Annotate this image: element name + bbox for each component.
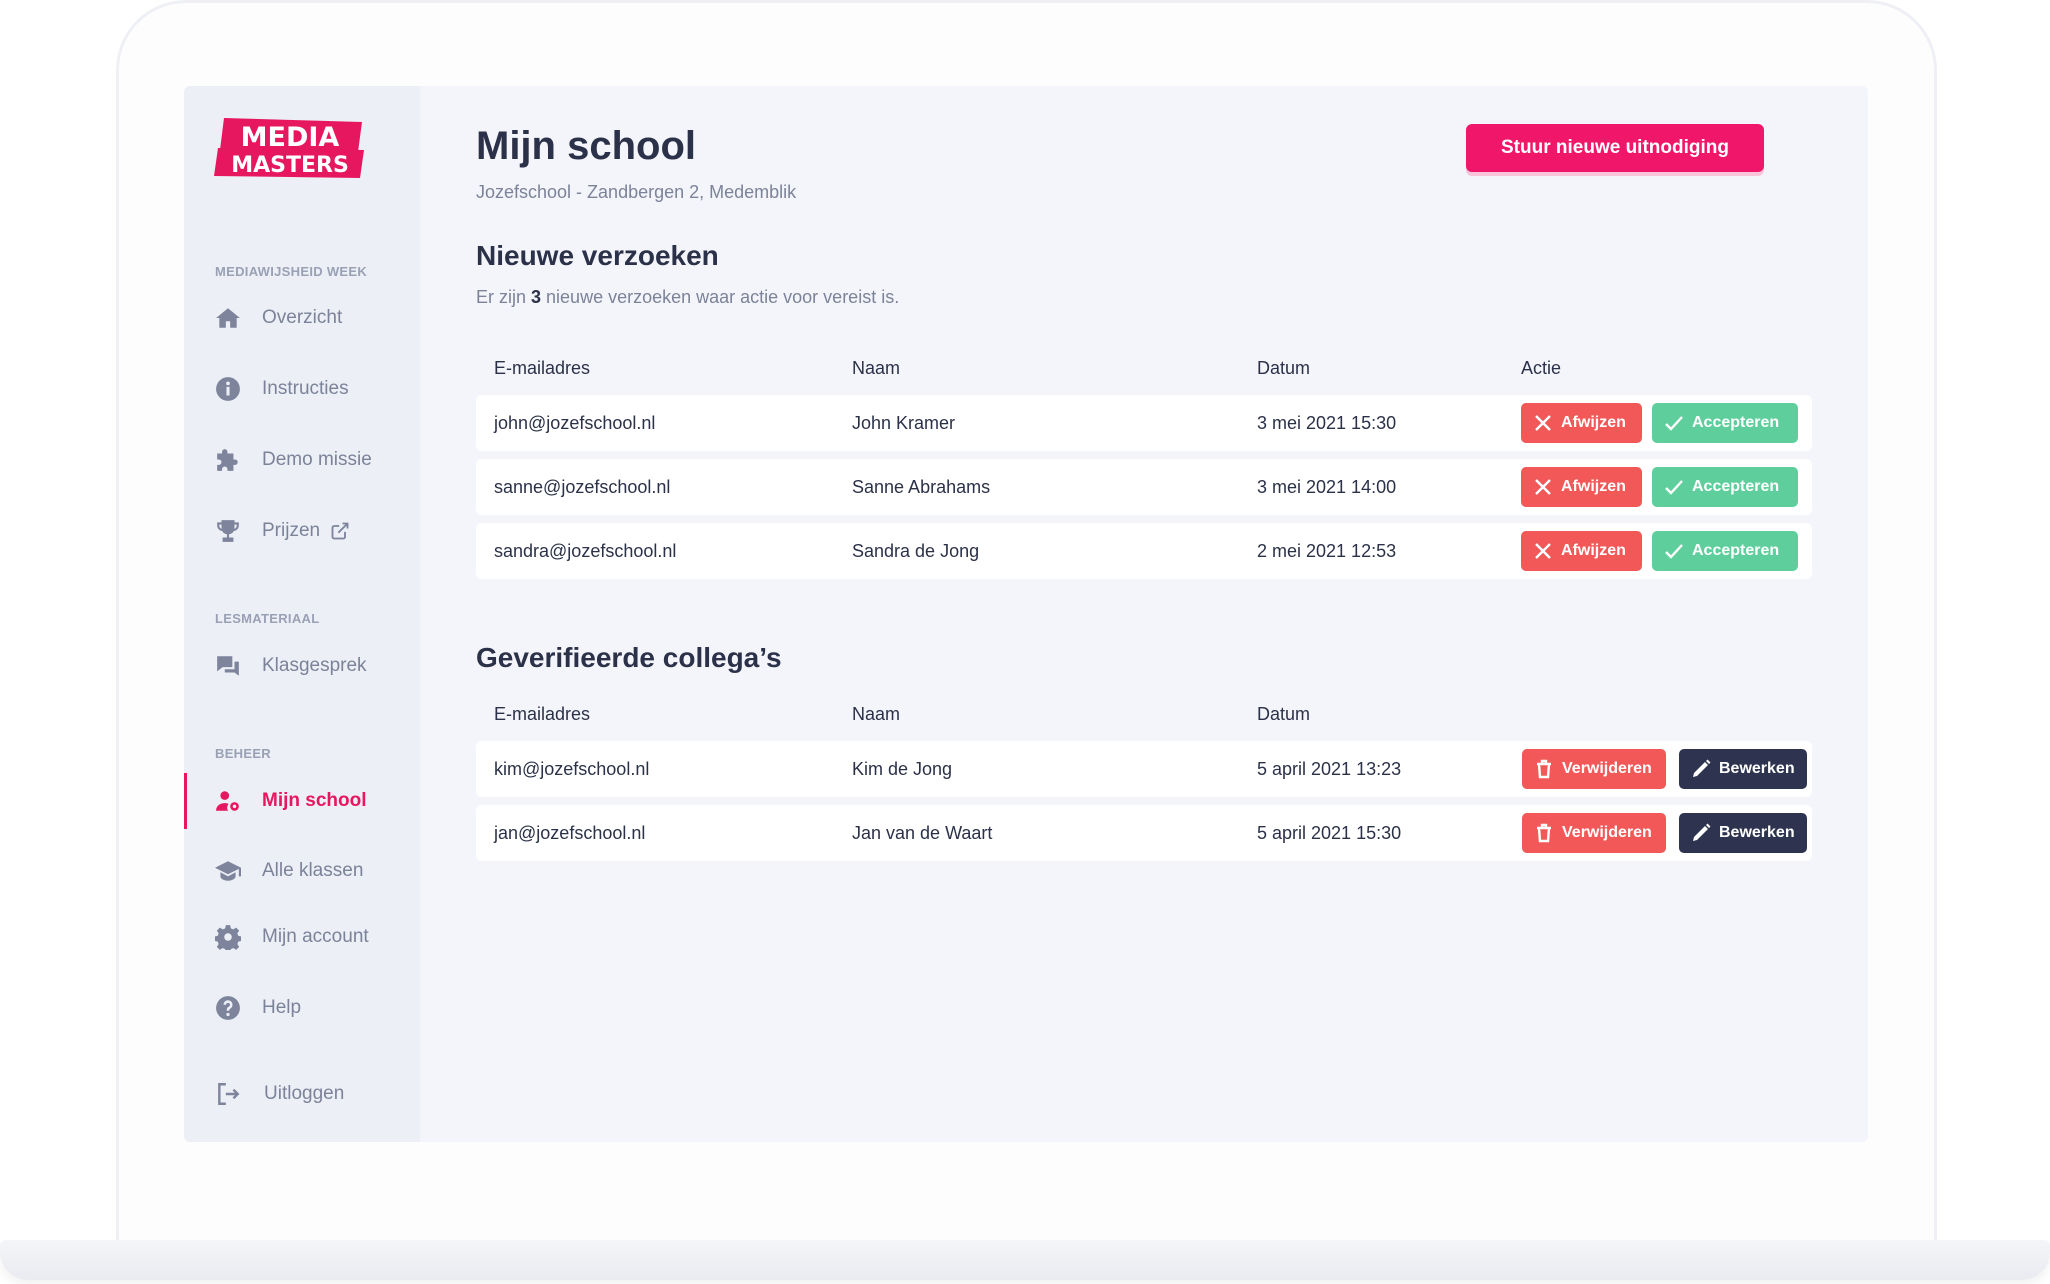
reject-button[interactable]: Afwijzen [1521, 403, 1642, 443]
reject-button[interactable]: Afwijzen [1521, 467, 1642, 507]
requests-info: Er zijn 3 nieuwe verzoeken waar actie vo… [476, 287, 900, 307]
sidebar-item-label: Uitloggen [264, 1083, 345, 1104]
row-name: Sanne Abrahams [852, 477, 991, 497]
check-icon [1664, 477, 1684, 497]
sidebar-item-label: Alle klassen [262, 860, 364, 881]
requests-count: 3 [531, 287, 542, 307]
close-icon [1533, 541, 1553, 561]
external-link-icon [330, 521, 350, 541]
column-header-date: Datum [1257, 358, 1311, 378]
row-name: Kim de Jong [852, 759, 953, 779]
requests-title: Nieuwe verzoeken [476, 240, 719, 271]
sidebar-item-label: Klasgesprek [262, 655, 367, 676]
column-header-name: Naam [852, 704, 901, 724]
requests-table-header: E-mailadres Naam Datum Actie [476, 358, 1816, 388]
sidebar-item-label: Instructies [262, 378, 349, 399]
send-invite-button[interactable]: Stuur nieuwe uitnodiging [1466, 124, 1764, 172]
row-email: john@jozefschool.nl [494, 413, 656, 433]
row-name: Jan van de Waart [852, 823, 993, 843]
sidebar-item-label: Mijn account [262, 926, 369, 947]
row-email: sanne@jozefschool.nl [494, 477, 671, 497]
accept-button[interactable]: Accepteren [1652, 403, 1798, 443]
sidebar-item-demo-missie[interactable]: Demo missie [184, 438, 420, 482]
sidebar-item-label: Prijzen [262, 520, 321, 541]
sidebar: MEDIA MASTERS MEDIAWIJSHEID WEEK Overzic… [184, 86, 420, 1142]
sidebar-item-klasgesprek[interactable]: Klasgesprek [184, 644, 420, 688]
trash-icon [1534, 823, 1554, 843]
edit-button[interactable]: Bewerken [1679, 813, 1807, 853]
accept-button[interactable]: Accepteren [1652, 467, 1798, 507]
table-row: sandra@jozefschool.nl Sandra de Jong 2 m… [476, 523, 1812, 579]
trophy-icon [214, 517, 242, 545]
logout-icon [214, 1080, 242, 1108]
pencil-icon [1691, 759, 1711, 779]
section-label-mediawijsheid: MEDIAWIJSHEID WEEK [215, 264, 368, 279]
column-header-action: Actie [1521, 358, 1562, 378]
info-icon [214, 375, 242, 403]
row-name: John Kramer [852, 413, 956, 433]
sidebar-item-label: Help [262, 997, 302, 1018]
school-address: Jozefschool - Zandbergen 2, Medemblik [476, 182, 797, 202]
close-icon [1533, 477, 1553, 497]
row-date: 3 mei 2021 14:00 [1257, 477, 1397, 497]
chat-icon [214, 652, 242, 680]
check-icon [1664, 541, 1684, 561]
sidebar-item-alle-klassen[interactable]: Alle klassen [184, 849, 420, 893]
sidebar-item-mijn-school[interactable]: Mijn school [184, 773, 420, 829]
close-icon [1533, 413, 1553, 433]
sidebar-item-label: Mijn school [262, 790, 367, 811]
sidebar-item-uitloggen[interactable]: Uitloggen [184, 1072, 420, 1116]
app-screen: MEDIA MASTERS MEDIAWIJSHEID WEEK Overzic… [184, 86, 1868, 1142]
sidebar-item-mijn-account[interactable]: Mijn account [184, 915, 420, 959]
check-icon [1664, 413, 1684, 433]
column-header-name: Naam [852, 358, 901, 378]
sidebar-item-help[interactable]: Help [184, 986, 420, 1030]
row-email: jan@jozefschool.nl [494, 823, 646, 843]
column-header-date: Datum [1257, 704, 1311, 724]
home-icon [214, 304, 242, 332]
row-date: 2 mei 2021 12:53 [1257, 541, 1397, 561]
main-content: Mijn school Jozefschool - Zandbergen 2, … [476, 86, 1816, 1142]
delete-button[interactable]: Verwijderen [1522, 749, 1666, 789]
question-icon [214, 994, 242, 1022]
section-label-lesmateriaal: LESMATERIAAL [215, 611, 320, 626]
page-title: Mijn school [476, 124, 696, 168]
column-header-email: E-mailadres [494, 704, 591, 724]
table-row: jan@jozefschool.nl Jan van de Waart 5 ap… [476, 805, 1812, 861]
trash-icon [1534, 759, 1554, 779]
sidebar-item-prijzen[interactable]: Prijzen [184, 509, 420, 553]
row-email: kim@jozefschool.nl [494, 759, 650, 779]
sidebar-item-instructies[interactable]: Instructies [184, 367, 420, 411]
media-masters-logo[interactable]: MEDIA MASTERS [214, 116, 366, 180]
column-header-email: E-mailadres [494, 358, 591, 378]
accept-button[interactable]: Accepteren [1652, 531, 1798, 571]
sidebar-item-label: Demo missie [262, 449, 372, 470]
verified-table-header: E-mailadres Naam Datum [476, 704, 1816, 734]
row-email: sandra@jozefschool.nl [494, 541, 677, 561]
svg-text:MEDIA: MEDIA [241, 122, 340, 153]
gear-icon [214, 923, 242, 951]
graduation-cap-icon [214, 857, 242, 885]
table-row: sanne@jozefschool.nl Sanne Abrahams 3 me… [476, 459, 1812, 515]
table-row: kim@jozefschool.nl Kim de Jong 5 april 2… [476, 741, 1812, 797]
pencil-icon [1691, 823, 1711, 843]
row-date: 5 april 2021 15:30 [1257, 823, 1402, 843]
user-gear-icon [214, 787, 242, 815]
laptop-base [0, 1240, 2050, 1280]
row-date: 3 mei 2021 15:30 [1257, 413, 1397, 433]
svg-text:MASTERS: MASTERS [231, 153, 349, 178]
row-date: 5 april 2021 13:23 [1257, 759, 1402, 779]
sidebar-item-overzicht[interactable]: Overzicht [184, 296, 420, 340]
table-row: john@jozefschool.nl John Kramer 3 mei 20… [476, 395, 1812, 451]
puzzle-icon [214, 446, 242, 474]
sidebar-item-label: Overzicht [262, 307, 343, 328]
edit-button[interactable]: Bewerken [1679, 749, 1807, 789]
reject-button[interactable]: Afwijzen [1521, 531, 1642, 571]
verified-title: Geverifieerde collega’s [476, 642, 782, 673]
row-name: Sandra de Jong [852, 541, 980, 561]
section-label-beheer: BEHEER [215, 746, 271, 761]
delete-button[interactable]: Verwijderen [1522, 813, 1666, 853]
